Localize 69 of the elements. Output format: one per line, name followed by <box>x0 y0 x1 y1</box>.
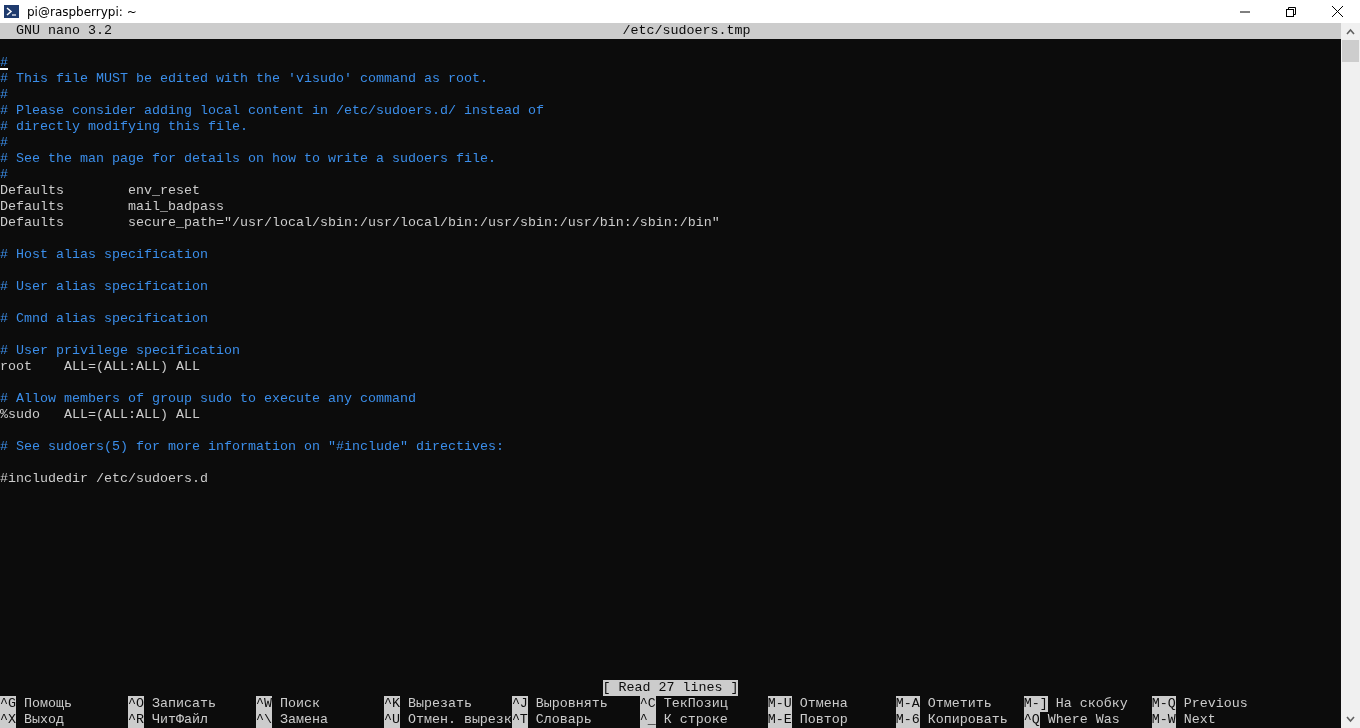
shortcut-label: Where Was <box>1047 712 1120 728</box>
shortcut-label: Previous <box>1183 696 1248 712</box>
close-icon <box>1331 6 1343 17</box>
shortcut-label: Повтор <box>799 712 848 728</box>
shortcut-key: ^_ <box>639 712 656 728</box>
comment-line: # Host alias specification <box>0 247 208 262</box>
shortcut-key: M-U <box>767 696 792 712</box>
code-line: Defaults env_reset <box>0 183 200 198</box>
comment-line: # directly modifying this file. <box>0 119 248 134</box>
app-version: GNU nano 3.2 <box>16 23 112 39</box>
shortcut-key: ^J <box>511 696 528 712</box>
shortcut-label: Вырезать <box>407 696 472 712</box>
shortcut-key: ^X <box>0 712 16 728</box>
shortcut-label: Замена <box>279 712 328 728</box>
comment-line: # <box>0 55 8 70</box>
shortcut-key: ^T <box>511 712 528 728</box>
code-line: %sudo ALL=(ALL:ALL) ALL <box>0 407 200 422</box>
code-line: Defaults secure_path="/usr/local/sbin:/usr/local/bin:/usr/sbin:/usr/bin:/sbin:/bin" <box>0 215 720 230</box>
shortcut-label: Выход <box>24 712 64 728</box>
shortcut-key: ^C <box>639 696 656 712</box>
shortcut-label: На скобку <box>1055 696 1128 712</box>
shortcut-label: Поиск <box>279 696 320 712</box>
shortcut-key: ^G <box>0 696 16 712</box>
shortcut-key: M-Q <box>1151 696 1176 712</box>
shortcut-label: Копировать <box>927 712 1008 728</box>
shortcut-label: Отмена <box>799 696 848 712</box>
comment-line: # Please consider adding local content in /etc/sudoers.d/ instead of <box>0 103 544 118</box>
shortcut-key: M-] <box>1023 696 1048 712</box>
code-line: Defaults mail_badpass <box>0 199 224 214</box>
scrollbar[interactable] <box>1341 23 1360 728</box>
shortcut-key: ^O <box>127 696 144 712</box>
shortcut-key: M-6 <box>895 712 920 728</box>
shortcut-label: Отмен. вырезк <box>407 712 512 728</box>
shortcut-key: M-A <box>895 696 920 712</box>
shortcut-label: ЧитФайл <box>151 712 208 728</box>
shortcut-key: ^U <box>383 712 400 728</box>
code-line: root ALL=(ALL:ALL) ALL <box>0 359 200 374</box>
comment-line: # <box>0 167 8 182</box>
shortcut-label: Записать <box>151 696 216 712</box>
shortcut-label: Помощь <box>24 696 72 712</box>
restore-icon <box>1286 6 1296 17</box>
comment-line: # <box>0 87 8 102</box>
scrollbar-thumb[interactable] <box>1342 40 1359 62</box>
shortcut-label: Next <box>1183 712 1216 728</box>
comment-line: # Allow members of group sudo to execute any command <box>0 391 416 406</box>
comment-line: # See sudoers(5) for more information on "#include" directives: <box>0 439 504 454</box>
shortcut-key: ^Q <box>1023 712 1040 728</box>
shortcut-label: ТекПозиц <box>663 696 728 712</box>
shortcut-label: К строке <box>663 712 728 728</box>
terminal-icon <box>4 5 19 18</box>
comment-line: # This file MUST be edited with the 'visudo' command as root. <box>0 71 488 86</box>
comment-line: # See the man page for details on how to write a sudoers file. <box>0 151 496 166</box>
shortcut-key: ^\ <box>255 712 272 728</box>
comment-line: # User privilege specification <box>0 343 240 358</box>
shortcut-key: ^K <box>383 696 400 712</box>
status-message: [ Read 27 lines ] <box>602 680 739 696</box>
code-line: #includedir /etc/sudoers.d <box>0 471 208 486</box>
shortcut-label: Словарь <box>535 712 592 728</box>
shortcut-key: ^W <box>255 696 272 712</box>
shortcut-key: M-E <box>767 712 792 728</box>
comment-line: # User alias specification <box>0 279 208 294</box>
shortcut-key: M-W <box>1151 712 1176 728</box>
comment-line: # Cmnd alias specification <box>0 311 208 326</box>
comment-line: # <box>0 135 8 150</box>
shortcut-key: ^R <box>127 712 144 728</box>
window-title: pi@raspberrypi: ~ <box>27 3 137 21</box>
shortcut-label: Отметить <box>927 696 992 712</box>
shortcut-label: Выровнять <box>535 696 608 712</box>
file-name: /etc/sudoers.tmp <box>621 23 751 39</box>
